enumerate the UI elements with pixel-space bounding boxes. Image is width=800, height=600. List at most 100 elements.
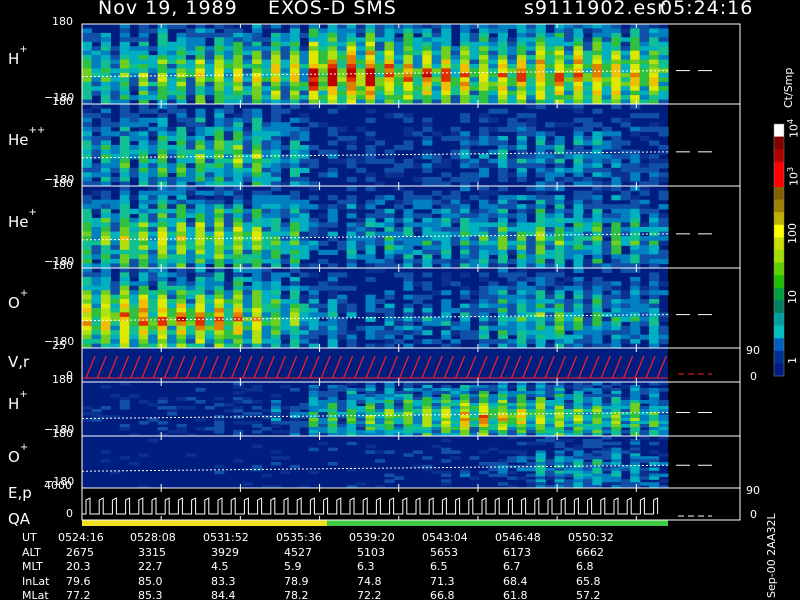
heat-cell — [535, 249, 546, 255]
heat-cell — [252, 41, 263, 47]
heat-cell — [204, 86, 215, 92]
heat-cell — [469, 55, 480, 61]
heat-cell — [195, 312, 206, 318]
heat-cell — [450, 208, 461, 214]
heat-cell — [119, 167, 130, 173]
heat-cell — [157, 227, 168, 233]
heat-cell — [271, 131, 282, 137]
heat-cell — [573, 37, 584, 43]
heat-cell — [138, 294, 149, 300]
orbit-cell: 79.6 — [66, 574, 91, 588]
heat-cell — [138, 312, 149, 318]
heat-cell — [516, 172, 527, 178]
heat-cell — [157, 421, 168, 425]
heat-cell — [412, 90, 423, 96]
heat-cell — [384, 227, 395, 233]
heat-cell — [403, 90, 414, 96]
heat-cell — [233, 268, 244, 273]
heat-cell — [526, 204, 537, 210]
heat-cell — [186, 86, 197, 92]
heat-cell — [460, 258, 471, 265]
heat-cell — [204, 90, 215, 96]
heat-cell — [167, 254, 178, 260]
colorbar-swatch — [774, 149, 784, 163]
heat-cell — [412, 249, 423, 255]
heat-cell — [252, 258, 263, 265]
heat-cell — [299, 117, 310, 123]
heat-cell — [479, 64, 490, 69]
heat-cell — [507, 86, 518, 92]
heat-cell — [252, 199, 263, 205]
heat-cell — [148, 268, 159, 273]
heat-cell — [460, 227, 471, 233]
heat-cell — [545, 64, 556, 69]
heat-cell — [639, 482, 650, 486]
heat-cell — [554, 46, 565, 52]
heat-cell — [280, 240, 291, 246]
heat-cell — [186, 90, 197, 96]
heat-cell — [545, 462, 556, 466]
heat-cell — [611, 316, 622, 322]
heat-cell — [649, 41, 660, 47]
heat-cell — [564, 176, 575, 183]
heat-cell — [526, 81, 537, 87]
heat-cell — [327, 131, 338, 137]
heat-cell — [82, 281, 93, 287]
heat-cell — [100, 303, 111, 309]
heat-cell — [601, 24, 612, 29]
heat-cell — [582, 81, 593, 87]
heat-cell — [223, 403, 234, 407]
heat-cell — [450, 258, 461, 265]
heat-cell — [450, 176, 461, 183]
heat-cell — [441, 276, 452, 282]
heat-cell — [82, 330, 93, 336]
heat-cell — [658, 41, 669, 47]
heat-cell — [233, 421, 244, 425]
heat-cell — [289, 46, 300, 52]
heat-cell — [176, 240, 187, 246]
heat-cell — [507, 145, 518, 151]
heat-cell — [299, 231, 310, 237]
heat-cell — [384, 240, 395, 246]
heat-cell — [630, 321, 641, 327]
heat-cell — [289, 236, 300, 242]
heat-cell — [119, 149, 130, 155]
heat-cell — [233, 240, 244, 246]
heat-cell — [299, 285, 310, 291]
heat-cell — [620, 316, 631, 322]
heat-cell — [119, 24, 130, 29]
heat-cell — [403, 190, 414, 196]
heat-cell — [223, 176, 234, 183]
heat-cell — [82, 204, 93, 210]
heat-cell — [526, 122, 537, 128]
heat-cell — [507, 325, 518, 331]
heat-cell — [214, 126, 225, 132]
heat-cell — [148, 108, 159, 114]
heat-cell — [611, 299, 622, 305]
heat-cell — [138, 213, 149, 219]
heat-cell — [384, 95, 395, 101]
heat-cell — [516, 236, 527, 242]
heat-cell — [233, 204, 244, 210]
heat-cell — [204, 290, 215, 296]
heat-cell — [214, 272, 225, 278]
heat-cell — [242, 482, 253, 486]
heat-cell — [526, 249, 537, 255]
heat-cell — [601, 227, 612, 233]
heat-cell — [271, 104, 282, 110]
heat-cell — [82, 86, 93, 92]
heat-cell — [630, 213, 641, 219]
heat-cell — [554, 135, 565, 142]
heat-cell — [365, 308, 376, 313]
heat-cell — [148, 276, 159, 282]
heat-cell — [280, 334, 291, 340]
heat-cell — [564, 28, 575, 34]
heat-cell — [119, 154, 130, 160]
heat-cell — [516, 325, 527, 331]
heat-cell — [119, 28, 130, 34]
heat-cell — [365, 240, 376, 246]
heat-cell — [100, 272, 111, 278]
heat-cell — [554, 316, 565, 322]
heat-cell — [422, 281, 433, 287]
heat-cell — [242, 227, 253, 233]
